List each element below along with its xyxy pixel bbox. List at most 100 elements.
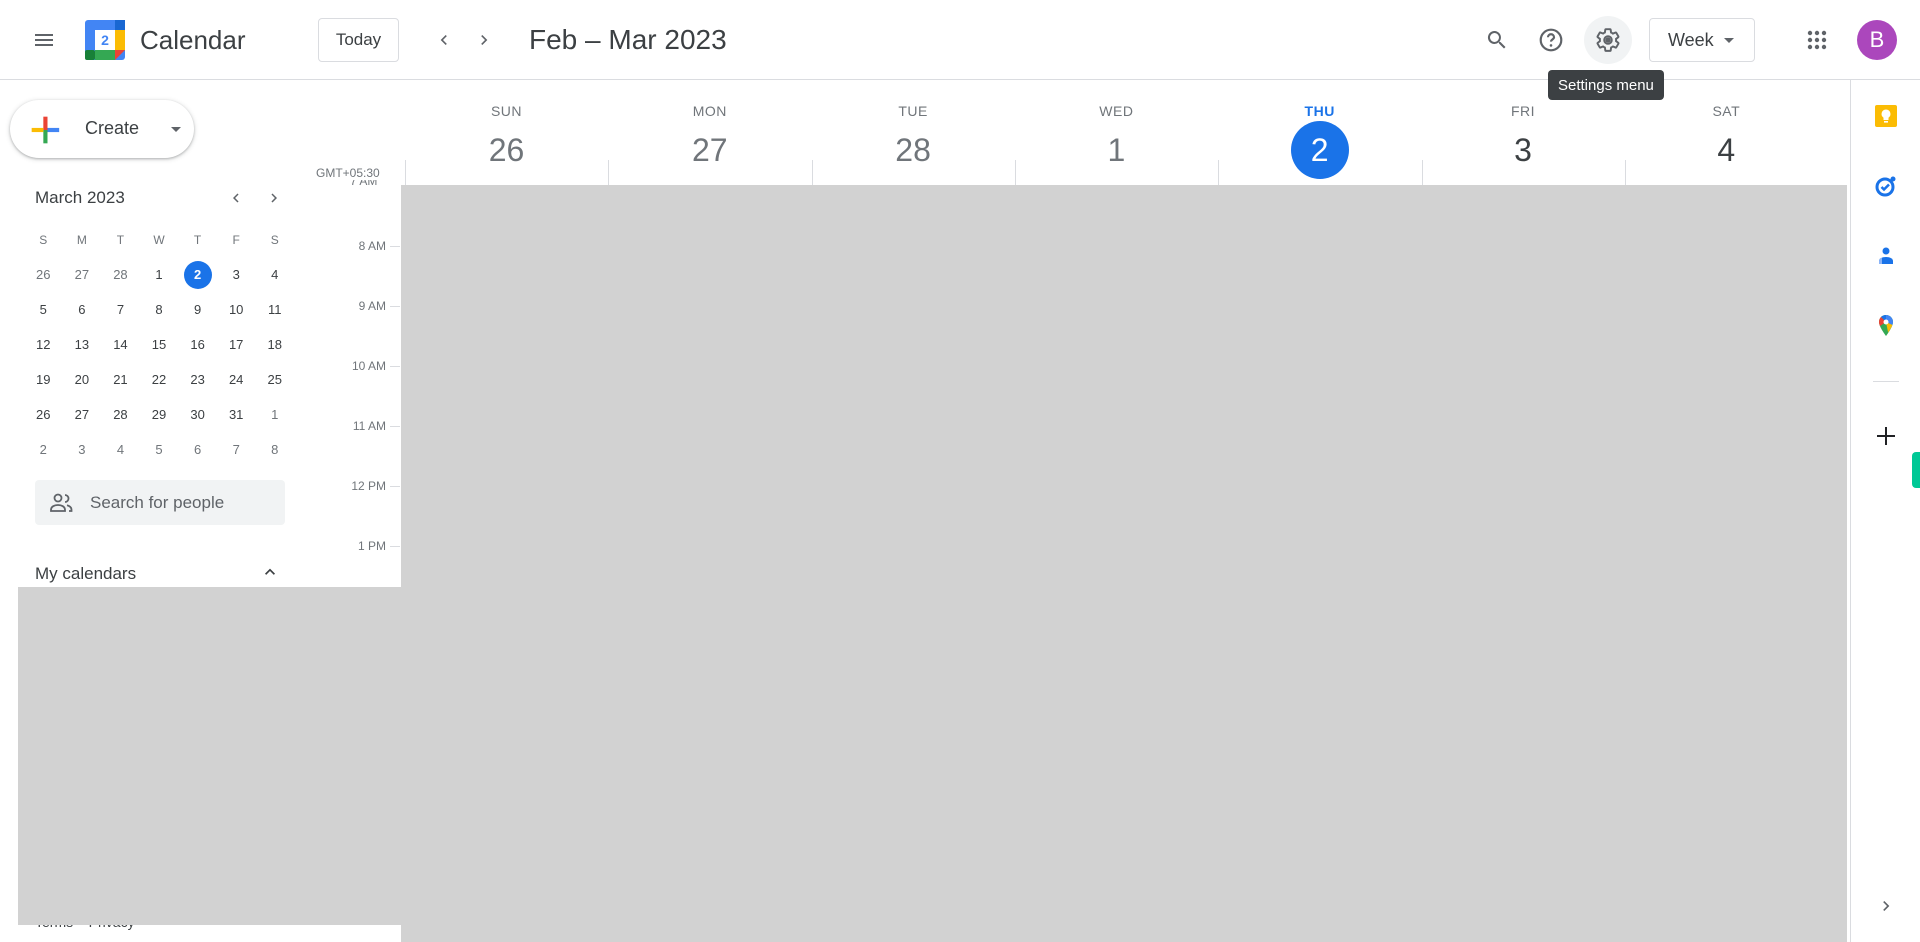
mini-calendar-day[interactable]: 23 [178, 366, 217, 394]
people-icon [50, 493, 73, 512]
mini-calendar-day[interactable]: 27 [63, 261, 102, 289]
mini-calendar-day[interactable]: 26 [24, 401, 63, 429]
day-header-thu[interactable]: THU 2 [1218, 80, 1421, 185]
day-of-week-label: SAT [1712, 103, 1741, 119]
dropdown-caret-icon[interactable] [171, 127, 181, 132]
weekday-label: T [193, 232, 202, 247]
mini-calendar-day[interactable]: 30 [178, 401, 217, 429]
next-week-button[interactable] [464, 20, 504, 60]
day-number-button[interactable]: 28 [884, 121, 942, 179]
mini-calendar-day[interactable]: 6 [178, 436, 217, 464]
mini-calendar-day[interactable]: 5 [24, 296, 63, 324]
mini-calendar-day[interactable]: 22 [140, 366, 179, 394]
plus-icon [1877, 427, 1895, 445]
mini-calendar-day[interactable]: 6 [63, 296, 102, 324]
mini-calendar-day[interactable]: 14 [101, 331, 140, 359]
day-header-mon[interactable]: MON 27 [608, 80, 811, 185]
mini-calendar-day[interactable]: 28 [101, 401, 140, 429]
mini-calendar-day[interactable]: 7 [217, 436, 256, 464]
mini-calendar-day[interactable]: 26 [24, 261, 63, 289]
time-label: 10 AM [351, 359, 386, 373]
main-menu-button[interactable] [20, 16, 68, 64]
mini-calendar-day[interactable]: 4 [101, 436, 140, 464]
day-number: 28 [113, 406, 128, 422]
mini-calendar-day[interactable]: 19 [24, 366, 63, 394]
weekday-label: M [76, 232, 87, 247]
mini-calendar-day[interactable]: 1 [255, 401, 294, 429]
mini-calendar-day[interactable]: 4 [255, 261, 294, 289]
google-apps-button[interactable] [1793, 16, 1841, 64]
mini-calendar-previous-button[interactable] [224, 186, 248, 210]
mini-calendar-day[interactable]: 1 [140, 261, 179, 289]
mini-calendar-day[interactable]: 3 [217, 261, 256, 289]
day-number: 6 [78, 301, 86, 317]
column-separator [1218, 160, 1220, 185]
maps-button[interactable] [1870, 310, 1902, 342]
mini-calendar-day[interactable]: 27 [63, 401, 102, 429]
mini-calendar-day[interactable]: 11 [255, 296, 294, 324]
day-number: 5 [155, 441, 163, 457]
mini-calendar-day[interactable]: 28 [101, 261, 140, 289]
mini-calendar-day[interactable]: 24 [217, 366, 256, 394]
hour-tick [390, 426, 400, 427]
day-header-wed[interactable]: WED 1 [1015, 80, 1218, 185]
create-button[interactable]: Create [10, 100, 194, 158]
day-number: 8 [271, 441, 279, 457]
mini-calendar-day[interactable]: 5 [140, 436, 179, 464]
tasks-button[interactable] [1870, 170, 1902, 202]
view-switcher-label: Week [1668, 29, 1714, 50]
day-number-button[interactable]: 2 [1290, 121, 1349, 179]
today-button[interactable]: Today [318, 18, 399, 62]
get-add-ons-button[interactable] [1870, 420, 1902, 452]
account-avatar[interactable]: B [1857, 20, 1897, 60]
obscured-calendar-grid [401, 185, 1847, 942]
contacts-button[interactable] [1870, 240, 1902, 272]
mini-calendar-day[interactable]: 18 [255, 331, 294, 359]
mini-calendar-day-today[interactable]: 2 [178, 260, 217, 289]
view-switcher-dropdown[interactable]: Week [1649, 18, 1755, 62]
calendar-logo[interactable]: 2 [85, 20, 125, 60]
mini-calendar-next-button[interactable] [262, 186, 286, 210]
mini-calendar-day[interactable]: 8 [140, 296, 179, 324]
day-number: 23 [190, 371, 205, 387]
mini-calendar-day[interactable]: 3 [63, 436, 102, 464]
day-number-button[interactable]: 26 [478, 121, 536, 179]
mini-calendar-day[interactable]: 29 [140, 401, 179, 429]
column-separator [1421, 160, 1423, 185]
day-header-sun[interactable]: SUN 26 [405, 80, 608, 185]
my-calendars-heading[interactable]: My calendars [35, 564, 136, 584]
side-panel-handle[interactable] [1912, 452, 1920, 488]
mini-calendar-day[interactable]: 12 [24, 331, 63, 359]
day-header-tue[interactable]: TUE 28 [812, 80, 1015, 185]
mini-calendar-day[interactable]: 9 [178, 296, 217, 324]
show-side-panel-button[interactable] [1870, 890, 1902, 922]
search-button[interactable] [1473, 16, 1521, 64]
day-number-button[interactable]: 1 [1087, 121, 1145, 179]
mini-calendar-day[interactable]: 15 [140, 331, 179, 359]
search-people-input[interactable]: Search for people [35, 480, 285, 525]
my-calendars-collapse-button[interactable] [258, 560, 282, 584]
mini-calendar-day[interactable]: 8 [255, 436, 294, 464]
support-button[interactable] [1527, 16, 1575, 64]
day-number-button[interactable]: 3 [1494, 121, 1552, 179]
day-number-button[interactable]: 4 [1697, 121, 1755, 179]
mini-calendar-day[interactable]: 20 [63, 366, 102, 394]
mini-calendar-day[interactable]: 7 [101, 296, 140, 324]
settings-menu-button[interactable] [1584, 16, 1632, 64]
mini-calendar-day[interactable]: 16 [178, 331, 217, 359]
mini-calendar-day[interactable]: 13 [63, 331, 102, 359]
mini-calendar-day[interactable]: 10 [217, 296, 256, 324]
mini-calendar-day[interactable]: 25 [255, 366, 294, 394]
mini-calendar-day[interactable]: 17 [217, 331, 256, 359]
mini-calendar-day[interactable]: 21 [101, 366, 140, 394]
day-number: 13 [74, 336, 90, 352]
previous-week-button[interactable] [424, 20, 464, 60]
logo-day: 2 [101, 32, 109, 48]
day-number-button[interactable]: 27 [681, 121, 739, 179]
mini-calendar-day[interactable]: 31 [217, 401, 256, 429]
keep-button[interactable] [1870, 100, 1902, 132]
mini-calendar-day[interactable]: 2 [24, 436, 63, 464]
weekday-label: S [270, 232, 279, 247]
day-number: 27 [74, 266, 90, 282]
day-number: 17 [228, 336, 244, 352]
